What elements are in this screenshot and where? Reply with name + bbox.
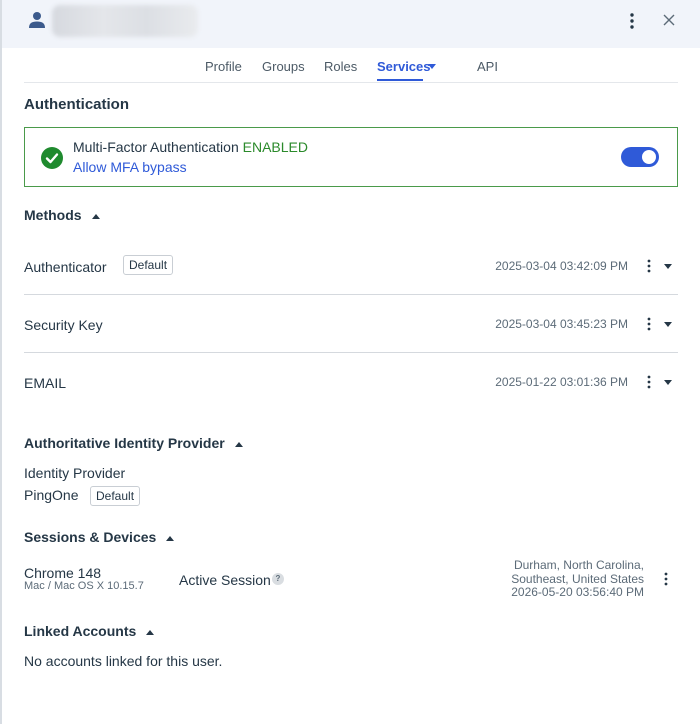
tab-profile[interactable]: Profile bbox=[205, 59, 242, 74]
method-name: Security Key bbox=[24, 317, 103, 333]
method-row-authenticator: Authenticator Default 2025-03-04 03:42:0… bbox=[24, 237, 678, 295]
kebab-menu-icon[interactable] bbox=[624, 12, 640, 30]
session-status: Active Session bbox=[179, 572, 271, 588]
methods-heading-label: Methods bbox=[24, 207, 82, 223]
authoritative-idp-heading[interactable]: Authoritative Identity Provider bbox=[24, 435, 243, 451]
chevron-up-icon bbox=[234, 441, 243, 447]
identity-provider-value: PingOne bbox=[24, 487, 79, 503]
tab-roles[interactable]: Roles bbox=[324, 59, 357, 74]
methods-heading[interactable]: Methods bbox=[24, 207, 100, 223]
chevron-up-icon bbox=[146, 629, 155, 635]
close-icon[interactable] bbox=[661, 12, 677, 28]
sessions-devices-heading[interactable]: Sessions & Devices bbox=[24, 529, 175, 545]
mfa-label: Multi-Factor Authentication ENABLED bbox=[73, 139, 308, 155]
mfa-status-card: Multi-Factor Authentication ENABLED Allo… bbox=[24, 127, 678, 187]
active-tab-indicator bbox=[377, 79, 423, 81]
mfa-label-text: Multi-Factor Authentication bbox=[73, 139, 239, 155]
method-name: EMAIL bbox=[24, 375, 67, 391]
allow-mfa-bypass-link[interactable]: Allow MFA bypass bbox=[73, 159, 187, 175]
tab-api[interactable]: API bbox=[477, 59, 498, 74]
toggle-knob bbox=[642, 150, 656, 164]
kebab-menu-icon[interactable] bbox=[646, 259, 652, 273]
method-row-email: EMAIL 2025-01-22 03:01:36 PM bbox=[24, 353, 678, 411]
panel-header bbox=[2, 0, 700, 48]
session-location-line1: Durham, North Carolina, bbox=[513, 558, 644, 572]
kebab-menu-icon[interactable] bbox=[646, 375, 652, 389]
method-name: Authenticator bbox=[24, 259, 107, 275]
chevron-up-icon bbox=[91, 213, 100, 219]
help-icon[interactable]: ? bbox=[272, 573, 284, 585]
check-circle-icon bbox=[41, 147, 63, 169]
tab-groups[interactable]: Groups bbox=[262, 59, 305, 74]
method-date: 2025-03-04 03:42:09 PM bbox=[495, 259, 628, 273]
chevron-down-icon[interactable] bbox=[428, 64, 436, 69]
default-badge: Default bbox=[123, 255, 174, 275]
session-browser: Chrome 148 bbox=[24, 565, 102, 581]
chevron-down-icon[interactable] bbox=[664, 322, 672, 327]
kebab-menu-icon[interactable] bbox=[663, 572, 669, 586]
authoritative-idp-heading-label: Authoritative Identity Provider bbox=[24, 435, 225, 451]
chevron-down-icon[interactable] bbox=[664, 264, 672, 269]
linked-accounts-heading[interactable]: Linked Accounts bbox=[24, 623, 155, 639]
method-date: 2025-01-22 03:01:36 PM bbox=[495, 375, 628, 389]
authentication-heading: Authentication bbox=[24, 96, 129, 113]
person-icon bbox=[29, 12, 45, 28]
sessions-devices-heading-label: Sessions & Devices bbox=[24, 529, 157, 545]
tab-bar: Profile Groups Roles Services API bbox=[24, 48, 678, 83]
session-os: Mac / Mac OS X 10.15.7 bbox=[24, 580, 144, 592]
session-location-line2: Southeast, United States bbox=[511, 572, 644, 586]
method-date: 2025-03-04 03:45:23 PM bbox=[495, 317, 628, 331]
linked-accounts-empty-text: No accounts linked for this user. bbox=[24, 653, 223, 669]
chevron-down-icon[interactable] bbox=[664, 380, 672, 385]
kebab-menu-icon[interactable] bbox=[646, 317, 652, 331]
mfa-status-text: ENABLED bbox=[242, 139, 308, 155]
default-badge: Default bbox=[90, 486, 141, 506]
linked-accounts-heading-label: Linked Accounts bbox=[24, 623, 137, 639]
mfa-toggle[interactable] bbox=[621, 147, 659, 167]
panel-left-border bbox=[0, 0, 2, 724]
session-timestamp: 2026-05-20 03:56:40 PM bbox=[511, 585, 644, 599]
method-row-security-key: Security Key 2025-03-04 03:45:23 PM bbox=[24, 295, 678, 353]
tab-services[interactable]: Services bbox=[377, 59, 431, 74]
user-display-name bbox=[52, 5, 198, 37]
chevron-up-icon bbox=[166, 535, 175, 541]
identity-provider-label: Identity Provider bbox=[24, 465, 126, 481]
